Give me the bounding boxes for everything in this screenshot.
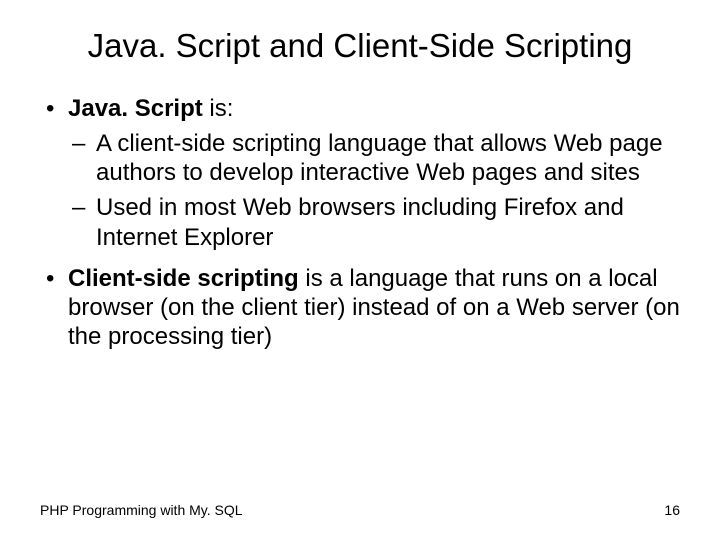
sub-bullet-2: Used in most Web browsers including Fire… [68, 193, 680, 252]
page-number: 16 [664, 502, 680, 518]
slide-title: Java. Script and Client-Side Scripting [40, 26, 680, 66]
bullet-2-bold: Client-side scripting [68, 265, 299, 292]
bullet-1-rest: is: [203, 95, 234, 122]
bullet-1-bold: Java. Script [68, 95, 203, 122]
footer: PHP Programming with My. SQL 16 [40, 502, 680, 518]
bullet-item-2: Client-side scripting is a language that… [40, 264, 680, 352]
bullet-list: Java. Script is: A client-side scripting… [40, 94, 680, 352]
bullet-item-1: Java. Script is: A client-side scripting… [40, 94, 680, 252]
footer-left: PHP Programming with My. SQL [40, 502, 243, 518]
sub-bullet-list: A client-side scripting language that al… [68, 129, 680, 252]
sub-bullet-1: A client-side scripting language that al… [68, 129, 680, 188]
